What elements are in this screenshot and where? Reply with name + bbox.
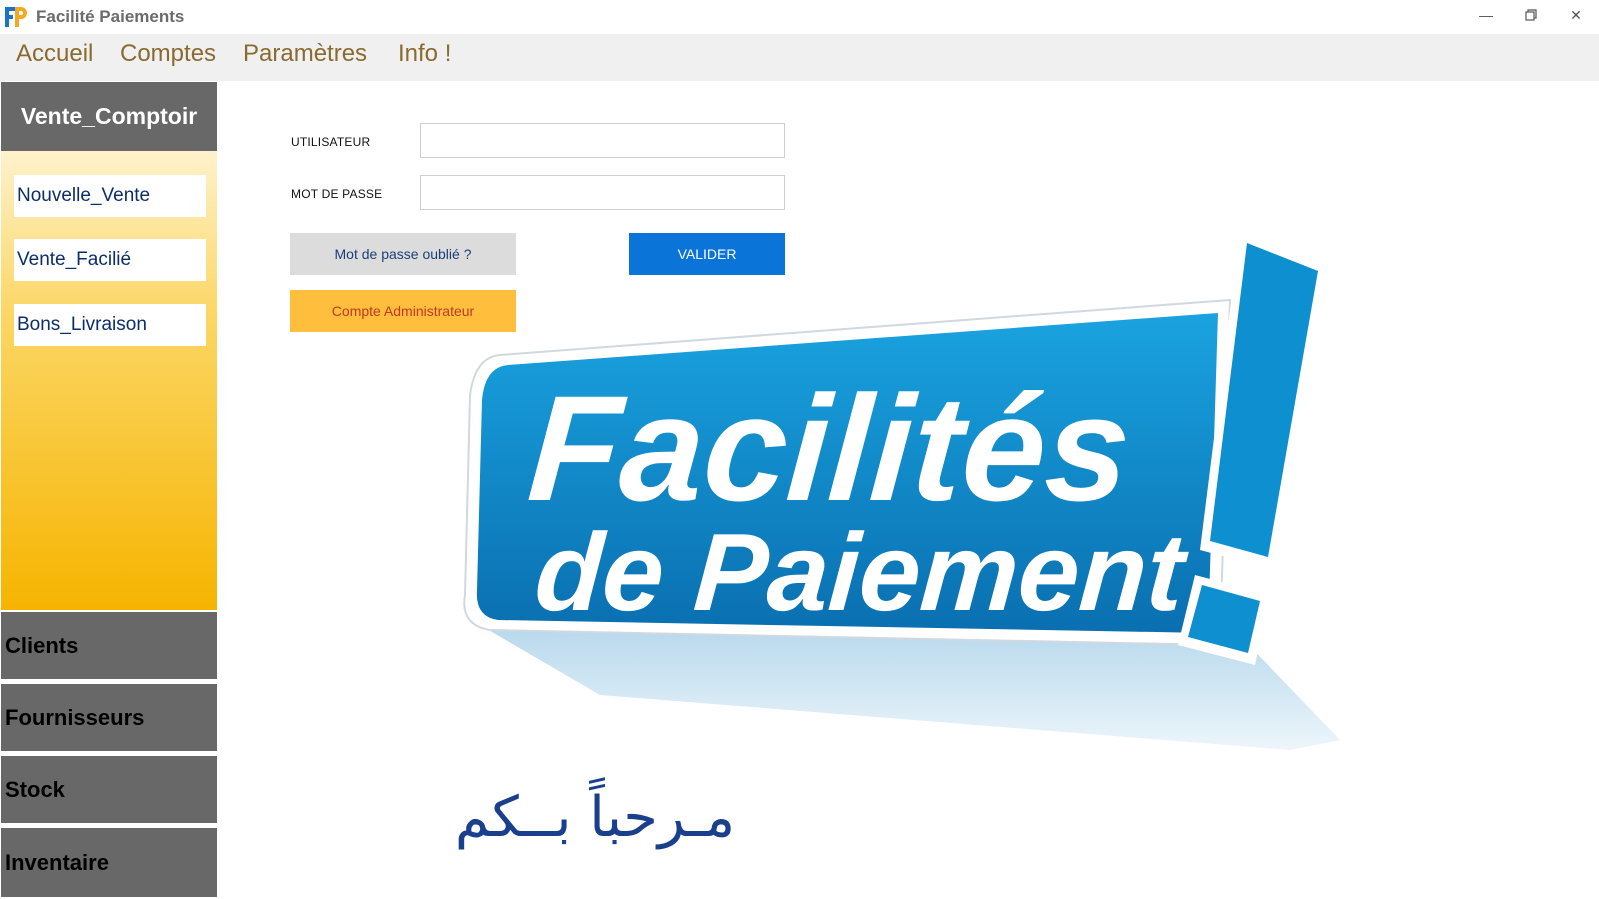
app-title: Facilité Paiements [36, 7, 185, 26]
sidebar-category-stock[interactable]: Stock [1, 756, 217, 825]
menu-info[interactable]: Info ! [398, 40, 451, 68]
facilites-banner-logo: Facilités de Paiement [463, 230, 1340, 750]
sidebar-item-bons-livraison[interactable]: Bons_Livraison [14, 304, 206, 346]
minimize-icon[interactable]: — [1463, 0, 1509, 30]
username-input[interactable] [420, 123, 785, 158]
password-label: MOT DE PASSE [291, 187, 383, 201]
menu-bar: Accueil Comptes Paramètres Info ! [0, 34, 1599, 81]
banner-line1-text: Facilités [524, 364, 1136, 532]
sidebar-panel: Nouvelle_Vente Vente_Facilié Bons_Livrai… [1, 151, 217, 610]
restore-icon[interactable] [1508, 0, 1554, 30]
password-input[interactable] [420, 175, 785, 210]
menu-comptes[interactable]: Comptes [120, 40, 216, 68]
menu-accueil[interactable]: Accueil [16, 40, 93, 68]
sidebar-item-nouvelle-vente[interactable]: Nouvelle_Vente [14, 175, 206, 217]
welcome-arabic-text: مـرحباً بــكم [454, 785, 736, 850]
sidebar-category-clients[interactable]: Clients [1, 612, 217, 681]
close-icon[interactable]: ✕ [1553, 0, 1599, 30]
sidebar-item-vente-facilie[interactable]: Vente_Facilié [14, 239, 206, 281]
sidebar-header-vente-comptoir[interactable]: Vente_Comptoir [1, 82, 217, 151]
title-bar: Facilité Paiements — ✕ [0, 0, 1599, 34]
banner-line2-text: de Paiement [531, 511, 1192, 634]
sidebar-category-fournisseurs[interactable]: Fournisseurs [1, 684, 217, 753]
username-label: UTILISATEUR [291, 135, 371, 149]
sidebar-category-inventaire[interactable]: Inventaire [1, 828, 217, 899]
app-logo-icon [5, 7, 27, 27]
menu-parametres[interactable]: Paramètres [243, 40, 367, 68]
